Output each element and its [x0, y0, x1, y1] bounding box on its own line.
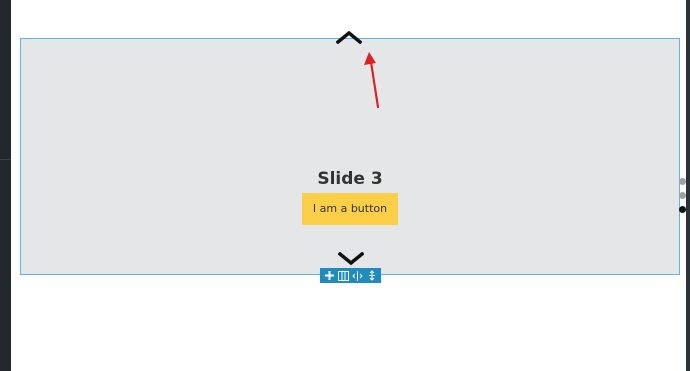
slider-prev-button[interactable] [334, 28, 364, 46]
columns-icon [337, 270, 349, 281]
editor-canvas: Slide 3 I am a button [0, 0, 690, 371]
vertical-resize-button[interactable] [366, 270, 378, 282]
block-toolbar [320, 268, 381, 283]
add-icon [324, 271, 334, 280]
horizontal-resize-icon [352, 270, 363, 281]
chevron-up-icon [336, 30, 362, 44]
sidebar-divider [0, 159, 11, 160]
chevron-down-icon [338, 252, 364, 266]
add-block-button[interactable] [323, 270, 335, 282]
slide-cta-button[interactable]: I am a button [301, 193, 399, 225]
pagination-dot-3-active[interactable] [679, 206, 686, 213]
admin-sidebar-edge [0, 0, 11, 371]
slider-pagination [679, 178, 687, 220]
pagination-dot-2[interactable] [679, 192, 686, 199]
slider-block[interactable]: Slide 3 I am a button [20, 38, 686, 275]
horizontal-resize-button[interactable] [352, 270, 364, 282]
pagination-dot-1[interactable] [679, 178, 686, 185]
slide-title: Slide 3 [317, 169, 383, 189]
slider-next-button[interactable] [336, 250, 366, 268]
vertical-resize-icon [368, 270, 375, 281]
columns-button[interactable] [337, 270, 349, 282]
slide-content: Slide 3 I am a button [21, 167, 679, 225]
